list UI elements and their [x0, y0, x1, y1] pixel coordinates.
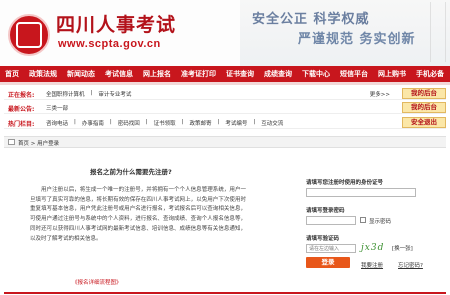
site-header: 四川人事考试 www.scpta.gov.cn 安全公正 科学权威 严谨规范 务…: [0, 0, 450, 66]
captcha-refresh-link[interactable]: [换一张]: [392, 244, 413, 252]
show-password-checkbox[interactable]: [360, 217, 366, 223]
id-number-input[interactable]: [306, 188, 416, 197]
register-link[interactable]: 我要注册: [361, 261, 383, 269]
apply-row-items: 全国职称计算机 | 审计专业考试: [46, 90, 131, 98]
nav-item-sms[interactable]: 短信平台: [335, 66, 373, 82]
hot-item-interact[interactable]: 互动交流: [261, 119, 283, 127]
row-separator: |: [74, 119, 76, 125]
logout-button[interactable]: 安全退出: [402, 117, 446, 128]
notice-item[interactable]: 三类一部: [46, 104, 68, 112]
hot-item-mail[interactable]: 政策邮寄: [190, 119, 212, 127]
site-title: 四川人事考试: [56, 14, 177, 36]
hot-item-exam-number[interactable]: 考试编号: [225, 119, 247, 127]
apply-row-label: 正在报名:: [8, 92, 35, 99]
logo-emblem-icon: [16, 22, 42, 48]
hot-item-password-recovery[interactable]: 密码找回: [118, 119, 140, 127]
content-body: 用户注册以后，将生成一个唯一的注册号，并将拥有一个个人信息管理系统，用户一旦填写…: [30, 187, 246, 242]
process-chart-link[interactable]: 《报名详细流程图》: [72, 278, 122, 286]
breadcrumb-text[interactable]: 首页 > 用户登录: [18, 139, 59, 147]
password-input[interactable]: [306, 216, 356, 225]
nav-divider: [0, 82, 450, 85]
nav-item-policy[interactable]: 政策法规: [24, 66, 62, 82]
nav-item-mobile[interactable]: 手机必备: [411, 66, 449, 82]
apply-item-computer[interactable]: 全国职称计算机: [46, 90, 85, 98]
breadcrumb: 首页 > 用户登录: [4, 136, 446, 148]
footer-line: [4, 292, 446, 294]
site-logo[interactable]: [8, 14, 50, 56]
nav-item-certificate[interactable]: 证书查询: [221, 66, 259, 82]
header-slogan-1: 安全公正 科学权威: [252, 12, 370, 27]
row-separator: |: [90, 90, 93, 96]
nav-item-score[interactable]: 成绩查询: [259, 66, 297, 82]
hot-item-certificate[interactable]: 证书领取: [154, 119, 176, 127]
hot-item-phone[interactable]: 咨询电话: [46, 119, 68, 127]
nav-item-books[interactable]: 网上购书: [373, 66, 411, 82]
home-icon: [8, 139, 15, 145]
header-slogan-2: 严谨规范 务实创新: [298, 32, 416, 47]
notice-row: 最新公告: 三类一部: [4, 102, 446, 114]
row-separator: |: [217, 119, 220, 125]
nav-item-home[interactable]: 首页: [0, 66, 24, 82]
row-separator: |: [145, 119, 148, 125]
captcha-image: jx3d: [361, 243, 385, 253]
row-separator: |: [253, 119, 256, 125]
password-label: 请填写登录密码: [306, 208, 345, 214]
show-password-label: 显示密码: [369, 219, 392, 225]
captcha-label: 请填写验证码: [306, 236, 340, 242]
apply-item-audit[interactable]: 审计专业考试: [98, 90, 131, 98]
nav-item-online-apply[interactable]: 网上报名: [138, 66, 176, 82]
hot-row: 热门栏目: 咨询电话 | 办事指南 | 密码找回 | 证书领取 | 政策邮寄 |…: [4, 117, 446, 129]
more-link[interactable]: 更多>>: [370, 90, 390, 98]
login-panel: 请填写您注册时使用的身份证号 请填写登录密码 显示密码 请填写验证码 jx3d …: [298, 164, 448, 274]
notice-row-label: 最新公告:: [8, 106, 35, 113]
my-backend-button[interactable]: 我的后台: [402, 88, 446, 99]
row-separator: |: [109, 119, 112, 125]
main-nav: 首页 政策法规 新闻动态 考试信息 网上报名 准考证打印 证书查询 成绩查询 下…: [0, 66, 450, 82]
captcha-input[interactable]: [306, 244, 356, 253]
site-url: www.scpta.gov.cn: [58, 38, 161, 50]
id-number-label: 请填写您注册时使用的身份证号: [306, 180, 384, 186]
nav-item-exam-info[interactable]: 考试信息: [100, 66, 138, 82]
building-decoration: [430, 2, 446, 62]
hot-row-items: 咨询电话 | 办事指南 | 密码找回 | 证书领取 | 政策邮寄 | 考试编号 …: [46, 119, 283, 127]
nav-item-news[interactable]: 新闻动态: [62, 66, 100, 82]
hot-row-label: 热门栏目:: [8, 121, 35, 128]
apply-row: 正在报名: 全国职称计算机 | 审计专业考试 更多>>: [4, 88, 446, 100]
forgot-password-link[interactable]: 忘记密码?: [398, 261, 423, 269]
content-title: 报名之前为什么需要先注册?: [90, 168, 172, 176]
login-button[interactable]: 登录: [306, 257, 350, 268]
hot-item-guide[interactable]: 办事指南: [82, 119, 104, 127]
nav-item-download[interactable]: 下载中心: [297, 66, 335, 82]
row-separator: |: [181, 119, 184, 125]
nav-item-admission-ticket[interactable]: 准考证打印: [176, 66, 221, 82]
my-backend-button-2[interactable]: 我的后台: [402, 102, 446, 113]
notice-row-items: 三类一部: [46, 104, 68, 112]
